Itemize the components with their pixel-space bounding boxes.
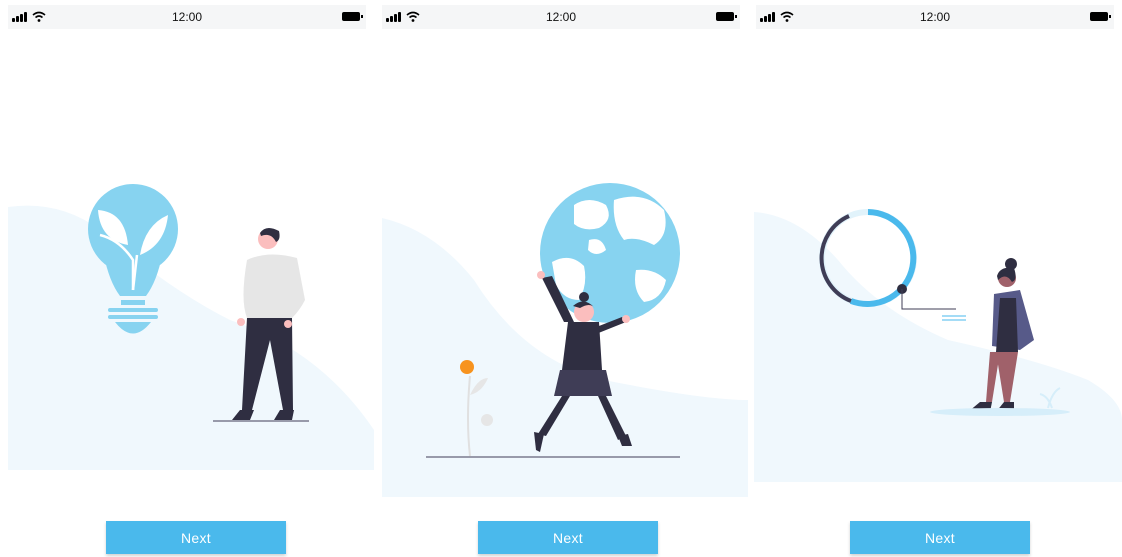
lightbulb-illustration xyxy=(8,184,374,471)
next-button[interactable]: Next xyxy=(478,521,658,554)
onboarding-screen-2: 12:00 Next xyxy=(374,0,748,557)
onboarding-screen-3: 12:00 Next xyxy=(748,0,1122,557)
next-button[interactable]: Next xyxy=(850,521,1030,554)
progress-illustration xyxy=(754,209,1122,482)
globe-illustration xyxy=(382,183,748,497)
onboarding-screen-1: 12:00 Next xyxy=(0,0,374,557)
next-button[interactable]: Next xyxy=(106,521,286,554)
